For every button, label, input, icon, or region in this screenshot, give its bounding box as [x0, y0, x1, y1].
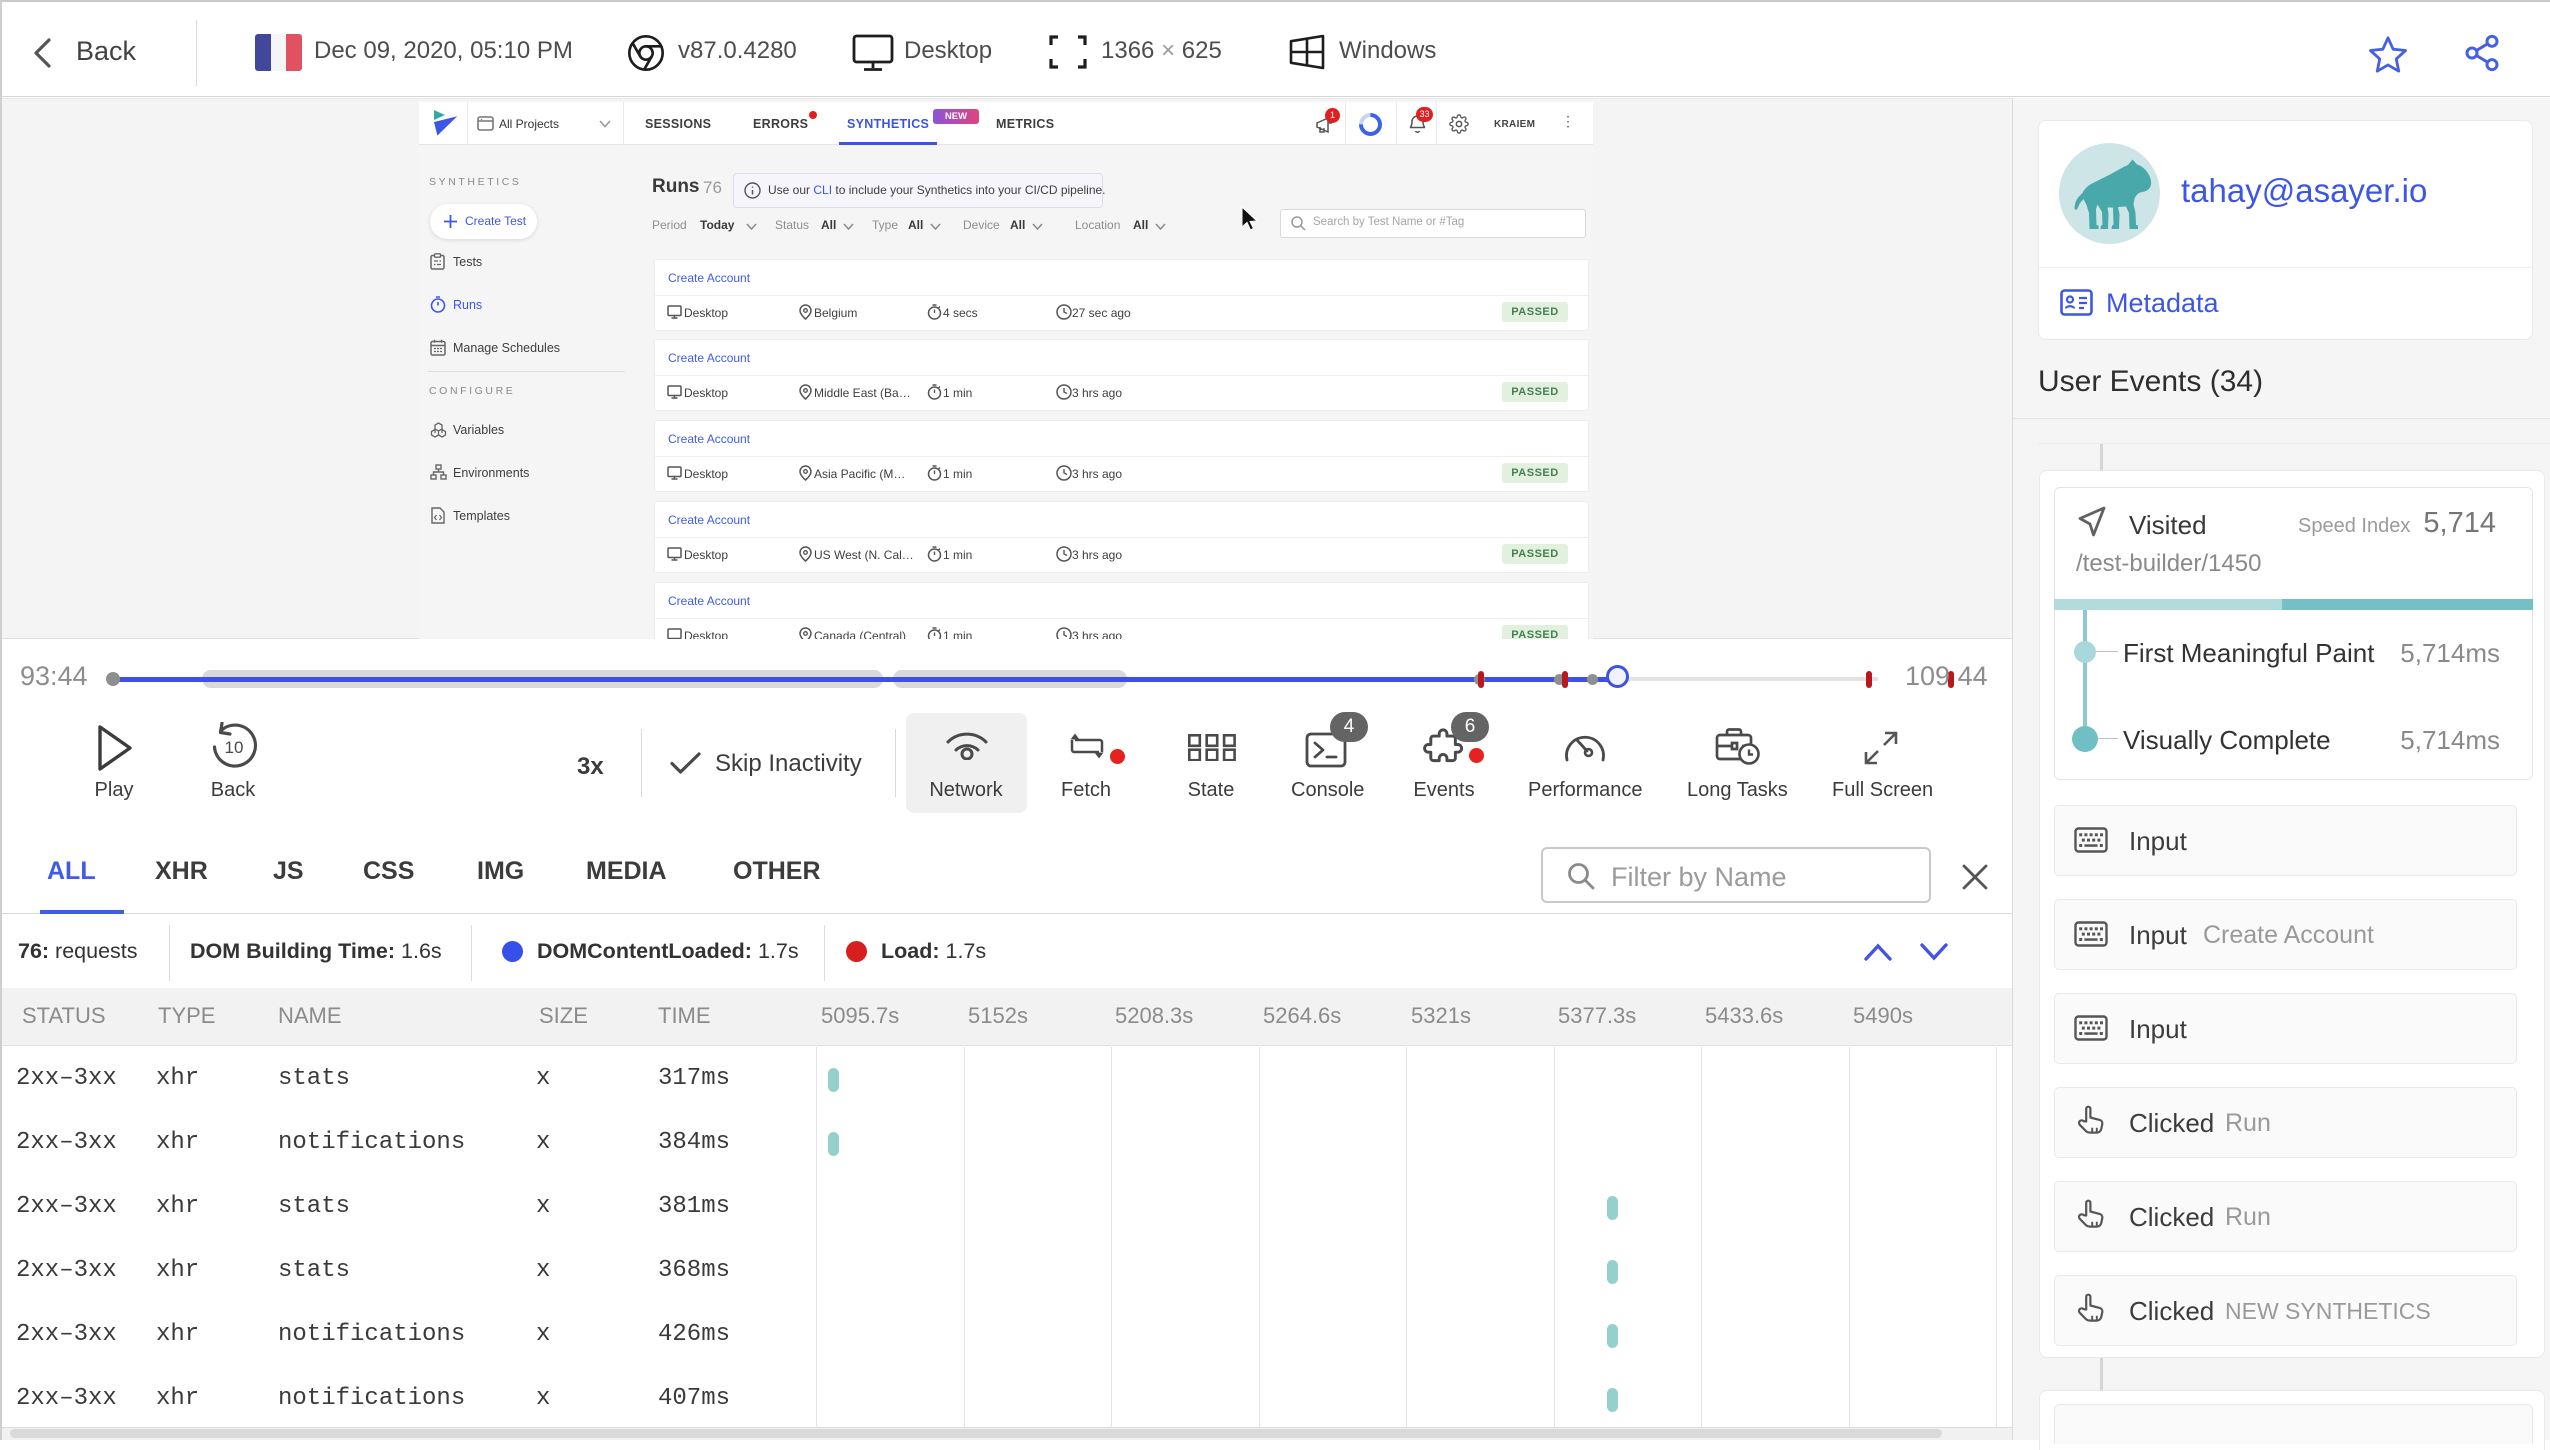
svg-text:10: 10 — [225, 738, 244, 757]
